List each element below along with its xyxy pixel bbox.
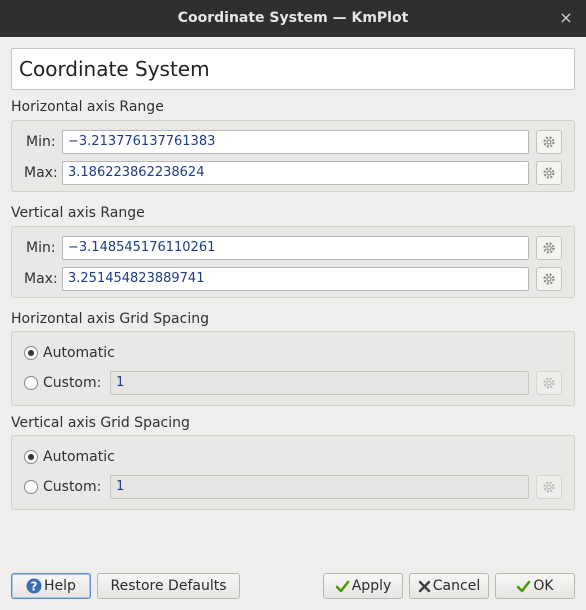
gear-icon (543, 167, 555, 179)
horizontal-grid-edit-button[interactable] (536, 371, 562, 395)
hmin-edit-button[interactable] (536, 130, 562, 154)
vertical-grid-automatic-radio[interactable] (24, 450, 38, 464)
gear-icon (543, 273, 555, 285)
gear-icon (543, 377, 555, 389)
vertical-grid-automatic-label[interactable]: Automatic (43, 449, 115, 465)
horizontal-range-group: Min: −3.213776137761383 Max: 3.186223862… (11, 120, 575, 192)
cross-icon (418, 580, 431, 593)
checkmark-icon (516, 579, 531, 594)
ok-button-label: OK (533, 578, 554, 594)
hmin-input[interactable]: −3.213776137761383 (62, 130, 529, 154)
vmax-input[interactable]: 3.251454823889741 (62, 267, 529, 291)
help-button-label: Help (44, 578, 76, 594)
vmin-edit-button[interactable] (536, 236, 562, 260)
vertical-grid-custom-radio[interactable] (24, 480, 38, 494)
ok-button[interactable]: OK (495, 573, 575, 599)
vmin-input[interactable]: −3.148545176110261 (62, 236, 529, 260)
horizontal-grid-title: Horizontal axis Grid Spacing (11, 311, 209, 327)
vertical-range-title: Vertical axis Range (11, 205, 145, 221)
help-button[interactable]: ? Help (11, 573, 91, 599)
horizontal-grid-group: Automatic Custom: 1 (11, 331, 575, 406)
cancel-button[interactable]: Cancel (409, 573, 489, 599)
vertical-grid-custom-label[interactable]: Custom: (43, 479, 101, 495)
horizontal-grid-custom-label[interactable]: Custom: (43, 375, 101, 391)
page-heading-box: Coordinate System (11, 48, 575, 90)
horizontal-range-title: Horizontal axis Range (11, 99, 164, 115)
vmax-label: Max: (24, 271, 58, 287)
horizontal-grid-automatic-label[interactable]: Automatic (43, 345, 115, 361)
gear-icon (543, 136, 555, 148)
restore-defaults-button[interactable]: Restore Defaults (97, 573, 240, 599)
vertical-grid-group: Automatic Custom: 1 (11, 435, 575, 510)
gear-icon (543, 242, 555, 254)
apply-button[interactable]: Apply (323, 573, 403, 599)
vmin-label: Min: (26, 240, 56, 256)
vertical-grid-title: Vertical axis Grid Spacing (11, 415, 190, 431)
hmax-edit-button[interactable] (536, 161, 562, 185)
apply-button-label: Apply (351, 578, 392, 594)
vertical-grid-edit-button[interactable] (536, 475, 562, 499)
vertical-grid-custom-input[interactable]: 1 (110, 475, 529, 499)
close-icon[interactable]: × (556, 8, 576, 28)
window-title: Coordinate System — KmPlot (177, 10, 409, 26)
hmax-label: Max: (24, 165, 58, 181)
window-titlebar: Coordinate System — KmPlot × (0, 0, 586, 37)
hmin-label: Min: (26, 134, 56, 150)
cancel-button-label: Cancel (432, 578, 481, 594)
gear-icon (543, 481, 555, 493)
page-title: Coordinate System (19, 57, 210, 81)
restore-defaults-label: Restore Defaults (110, 578, 227, 594)
svg-text:?: ? (31, 579, 38, 593)
horizontal-grid-custom-input[interactable]: 1 (110, 371, 529, 395)
horizontal-grid-custom-radio[interactable] (24, 376, 38, 390)
vmax-edit-button[interactable] (536, 267, 562, 291)
checkmark-icon (335, 579, 350, 594)
horizontal-grid-automatic-radio[interactable] (24, 346, 38, 360)
hmax-input[interactable]: 3.186223862238624 (62, 161, 529, 185)
vertical-range-group: Min: −3.148545176110261 Max: 3.251454823… (11, 226, 575, 298)
help-icon: ? (26, 578, 42, 594)
